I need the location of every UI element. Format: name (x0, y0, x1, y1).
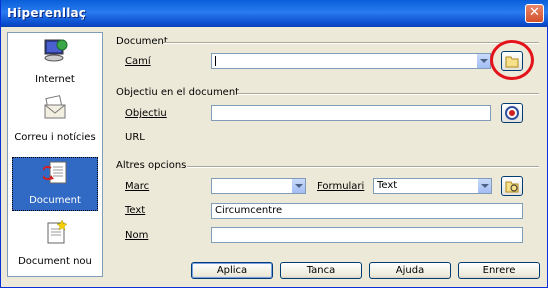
sidebar-item-label: Document nou (18, 256, 92, 267)
close-icon: ✕ (529, 5, 540, 20)
group-divider (163, 42, 539, 44)
name-input[interactable] (211, 227, 523, 243)
form-combobox[interactable]: Text (373, 178, 492, 194)
document-icon (43, 161, 67, 184)
internet-icon (44, 39, 68, 62)
target-in-document-button[interactable] (501, 103, 523, 123)
chevron-down-icon[interactable] (477, 179, 491, 193)
form-value: Text (377, 180, 398, 191)
target-input[interactable] (211, 105, 491, 121)
path-combobox[interactable] (211, 53, 491, 69)
back-button[interactable]: Enrere (458, 262, 540, 279)
highlight-circle (490, 40, 534, 80)
close-button[interactable]: Tanca (280, 262, 362, 279)
target-group-title: Objectiu en el document (116, 87, 240, 98)
frame-combobox[interactable] (211, 178, 306, 194)
title-bar[interactable]: Hiperenllaç ✕ (1, 0, 548, 27)
form-label: Formulari (317, 181, 365, 192)
apply-button[interactable]: Aplica (191, 262, 273, 279)
path-label: Camí (125, 56, 151, 67)
target-icon (505, 106, 519, 120)
target-label: Objectiu (125, 108, 167, 119)
sidebar-item-document[interactable]: Document (12, 157, 98, 211)
sidebar-item-internet[interactable]: Internet (12, 35, 98, 89)
close-window-button[interactable]: ✕ (525, 4, 544, 23)
window-title: Hiperenllaç (7, 6, 87, 20)
other-options-group-title: Altres opcions (116, 160, 187, 171)
new-document-icon (47, 219, 68, 244)
text-cursor (215, 56, 216, 66)
events-button[interactable] (501, 176, 523, 196)
document-group-title: Document (116, 36, 168, 47)
frame-label: Marc (125, 181, 150, 192)
url-label: URL (125, 132, 145, 143)
sidebar-item-label: Document (29, 195, 81, 206)
events-icon (505, 181, 519, 193)
name-label: Nom (125, 230, 149, 241)
group-divider (187, 166, 539, 168)
sidebar-item-label: Correu i notícies (14, 132, 96, 143)
mail-icon (44, 95, 66, 119)
hyperlink-type-sidebar: Internet Correu i notícies Document Docu… (7, 32, 103, 277)
sidebar-item-new-document[interactable]: Document nou (12, 217, 98, 271)
text-input[interactable]: Circumcentre (211, 203, 523, 219)
text-label: Text (125, 205, 146, 216)
group-divider (237, 93, 539, 95)
sidebar-item-mail[interactable]: Correu i notícies (12, 93, 98, 147)
chevron-down-icon[interactable] (291, 179, 305, 193)
help-button[interactable]: Ajuda (369, 262, 451, 279)
hyperlink-dialog: Hiperenllaç ✕ Internet Correu i notícies (0, 0, 548, 288)
chevron-down-icon[interactable] (476, 54, 490, 68)
sidebar-item-label: Internet (35, 74, 75, 85)
